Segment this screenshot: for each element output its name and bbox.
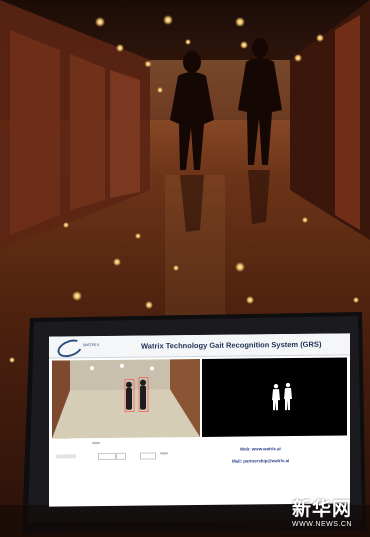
camera-feed (52, 358, 200, 439)
laptop-screen: WATRIX Watrix Technology Gait Recognitio… (49, 333, 350, 507)
control-panel: Web: www.watrix.ai Mail: partnership@wat… (52, 437, 347, 503)
logo-text: WATRIX (83, 342, 100, 348)
option-field[interactable] (116, 452, 126, 460)
watermark-brand: 新华网 (291, 499, 352, 520)
watermark-url: WWW.NEWS.CN (292, 521, 352, 528)
option-field[interactable] (98, 452, 116, 461)
control-button[interactable] (92, 442, 100, 445)
option-field[interactable] (140, 452, 156, 460)
web-info: Web: www.watrix.ai (240, 446, 281, 452)
control-label (56, 454, 76, 459)
silhouette-feed (202, 357, 347, 437)
apply-button[interactable] (160, 452, 168, 455)
app-header: WATRIX Watrix Technology Gait Recognitio… (49, 333, 350, 361)
app-title: Watrix Technology Gait Recognition Syste… (141, 339, 322, 351)
news-watermark: 新华网 WWW.NEWS.CN (281, 500, 363, 529)
watrix-logo-icon (55, 336, 85, 361)
mail-info: Mail: partnership@watrix.ai (232, 458, 290, 464)
